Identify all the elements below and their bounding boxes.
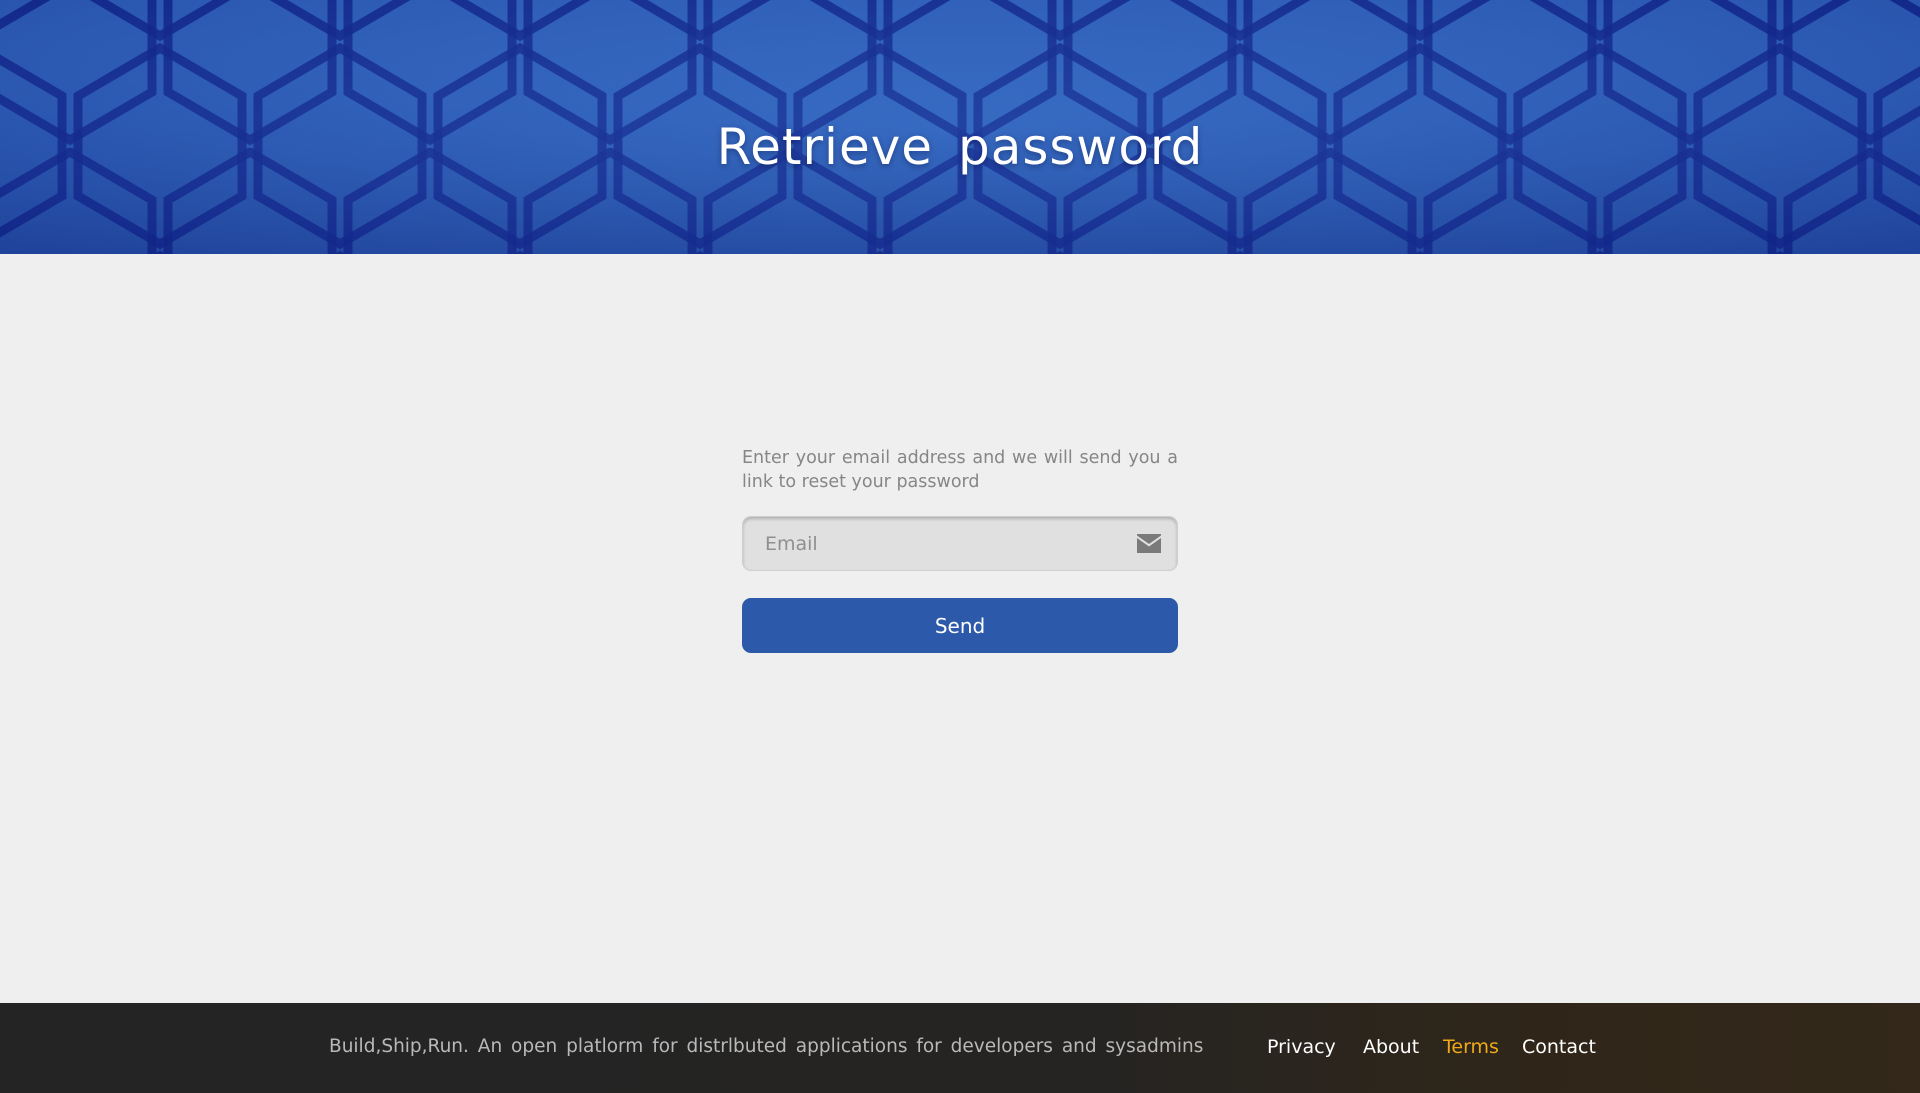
footer-link-contact[interactable]: Contact bbox=[1522, 1036, 1596, 1058]
hero-banner: Retrieve password bbox=[0, 0, 1920, 254]
envelope-icon bbox=[1137, 534, 1161, 553]
page-title: Retrieve password bbox=[716, 118, 1204, 176]
footer-link-privacy[interactable]: Privacy bbox=[1267, 1036, 1336, 1058]
email-field[interactable] bbox=[742, 516, 1178, 571]
email-input[interactable] bbox=[743, 517, 1123, 570]
footer: Build,Ship,Run. An open platlorm for dis… bbox=[0, 1003, 1920, 1093]
form-description: Enter your email address and we will sen… bbox=[742, 448, 1178, 492]
retrieve-password-form: Enter your email address and we will sen… bbox=[742, 446, 1178, 653]
footer-link-terms[interactable]: Terms bbox=[1443, 1036, 1499, 1058]
footer-link-about[interactable]: About bbox=[1363, 1036, 1419, 1058]
footer-tagline: Build,Ship,Run. An open platlorm for dis… bbox=[329, 1036, 1204, 1057]
send-button[interactable]: Send bbox=[742, 598, 1178, 653]
